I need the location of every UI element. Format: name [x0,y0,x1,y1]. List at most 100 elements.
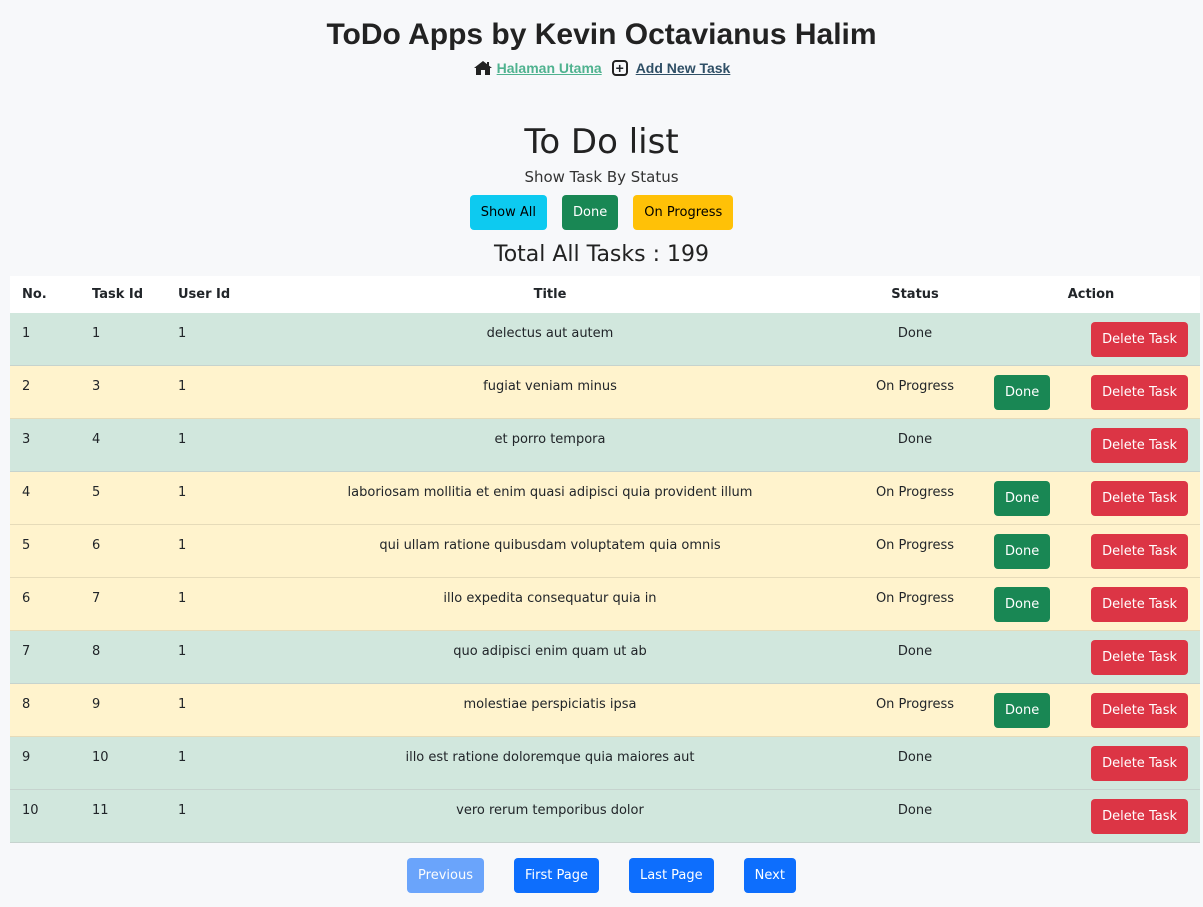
cell-task-id: 8 [80,630,166,684]
show-all-button[interactable]: Show All [469,195,548,230]
filter-on-progress-button[interactable]: On Progress [633,195,734,230]
cell-status-text: Done [897,432,933,447]
cell-no: 8 [10,683,80,737]
cell-status-text: On Progress [875,697,955,712]
cell-status: Done [848,789,982,843]
cell-title-text: delectus aut autem [486,326,614,341]
table-row: 7 8 1 quo adipisci enim quam ut ab Done Delet… [10,630,1200,684]
cell-user-id: 1 [166,736,252,790]
cell-delete: Delete Task [1066,418,1200,472]
cell-no-text: 9 [22,750,31,765]
delete-task-button[interactable]: Delete Task [1091,799,1188,834]
cell-mark-done [982,736,1066,790]
cell-task-id: 6 [80,524,166,578]
next-button[interactable]: Next [743,858,796,893]
mark-done-button[interactable]: Done [994,587,1051,622]
cell-mark-done [982,313,1066,366]
mark-done-button[interactable]: Done [994,481,1051,516]
cell-no: 5 [10,524,80,578]
previous-button[interactable]: Previous [407,858,484,893]
cell-task-id: 3 [80,365,166,419]
delete-task-button[interactable]: Delete Task [1091,428,1188,463]
cell-status: Done [848,630,982,684]
cell-status-text: On Progress [875,591,955,606]
cell-delete: Delete Task [1066,683,1200,737]
header-task-id: Task Id [92,287,144,302]
first-page-button[interactable]: First Page [514,858,599,893]
cell-title: fugiat veniam minus [252,365,848,419]
cell-task-id: 4 [80,418,166,472]
cell-title-text: illo est ratione doloremque quia maiores… [405,750,695,765]
cell-user-id-text: 1 [178,591,187,606]
cell-user-id: 1 [166,471,252,525]
cell-task-id-text: 11 [92,803,109,818]
plus-square-icon: + [611,60,628,76]
cell-title: et porro tempora [252,418,848,472]
cell-title-text: quo adipisci enim quam ut ab [453,644,647,659]
mark-done-button[interactable]: Done [994,375,1051,410]
cell-mark-done [982,789,1066,843]
header-no: No. [22,287,47,302]
filter-done-button[interactable]: Done [562,195,619,230]
cell-no: 7 [10,630,80,684]
cell-title: delectus aut autem [252,313,848,366]
cell-delete: Delete Task [1066,630,1200,684]
cell-delete: Delete Task [1066,313,1200,366]
cell-status-text: On Progress [875,379,955,394]
delete-task-button[interactable]: Delete Task [1091,534,1188,569]
table-row: 9 10 1 illo est ratione doloremque quia mai… [10,736,1200,790]
house-icon [473,60,493,76]
cell-user-id-text: 1 [178,485,187,500]
cell-delete: Delete Task [1066,577,1200,631]
cell-title: illo est ratione doloremque quia maiores… [252,736,848,790]
cell-no: 4 [10,471,80,525]
cell-status-text: Done [897,644,933,659]
filter-label: Show Task By Status [524,168,679,186]
cell-task-id-text: 1 [92,326,101,341]
cell-status-text: Done [897,750,933,765]
cell-task-id: 11 [80,789,166,843]
cell-no: 6 [10,577,80,631]
cell-user-id: 1 [166,313,252,366]
cell-delete: Delete Task [1066,789,1200,843]
cell-delete: Delete Task [1066,471,1200,525]
cell-task-id-text: 5 [92,485,101,500]
cell-status: On Progress [848,577,982,631]
mark-done-button[interactable]: Done [994,693,1051,728]
add-new-task-link[interactable]: Add New Task [636,60,731,76]
mark-done-button[interactable]: Done [994,534,1051,569]
cell-no-text: 7 [22,644,31,659]
delete-task-button[interactable]: Delete Task [1091,693,1188,728]
status-filters: Show All Done On Progress [0,195,1203,230]
table-row: 3 4 1 et porro tempora Done Delete Task [10,418,1200,472]
home-link[interactable]: Halaman Utama [497,60,602,76]
cell-task-id-text: 3 [92,379,101,394]
delete-task-button[interactable]: Delete Task [1091,640,1188,675]
cell-status: On Progress [848,683,982,737]
cell-status: Done [848,418,982,472]
cell-status-text: On Progress [875,538,955,553]
cell-title: qui ullam ratione quibusdam voluptatem q… [252,524,848,578]
last-page-button[interactable]: Last Page [628,858,714,893]
cell-mark-done [982,418,1066,472]
delete-task-button[interactable]: Delete Task [1091,322,1188,357]
table-row: 6 7 1 illo expedita consequatur quia in On P… [10,577,1200,631]
cell-no-text: 5 [22,538,31,553]
cell-no-text: 8 [22,697,31,712]
cell-mark-done: Done [982,471,1066,525]
cell-task-id-text: 8 [92,644,101,659]
delete-task-button[interactable]: Delete Task [1091,481,1188,516]
cell-user-id: 1 [166,365,252,419]
delete-task-button[interactable]: Delete Task [1091,746,1188,781]
delete-task-button[interactable]: Delete Task [1091,375,1188,410]
cell-no-text: 6 [22,591,31,606]
cell-title-text: molestiae perspiciatis ipsa [463,697,637,712]
cell-no-text: 2 [22,379,31,394]
cell-user-id: 1 [166,789,252,843]
page-header: ToDo Apps by Kevin Octavianus Halim Hala… [0,0,1203,76]
header-action: Action [1067,287,1115,302]
table-row: 10 11 1 vero rerum temporibus dolor Done Dele… [10,789,1200,843]
cell-mark-done: Done [982,683,1066,737]
delete-task-button[interactable]: Delete Task [1091,587,1188,622]
cell-delete: Delete Task [1066,736,1200,790]
